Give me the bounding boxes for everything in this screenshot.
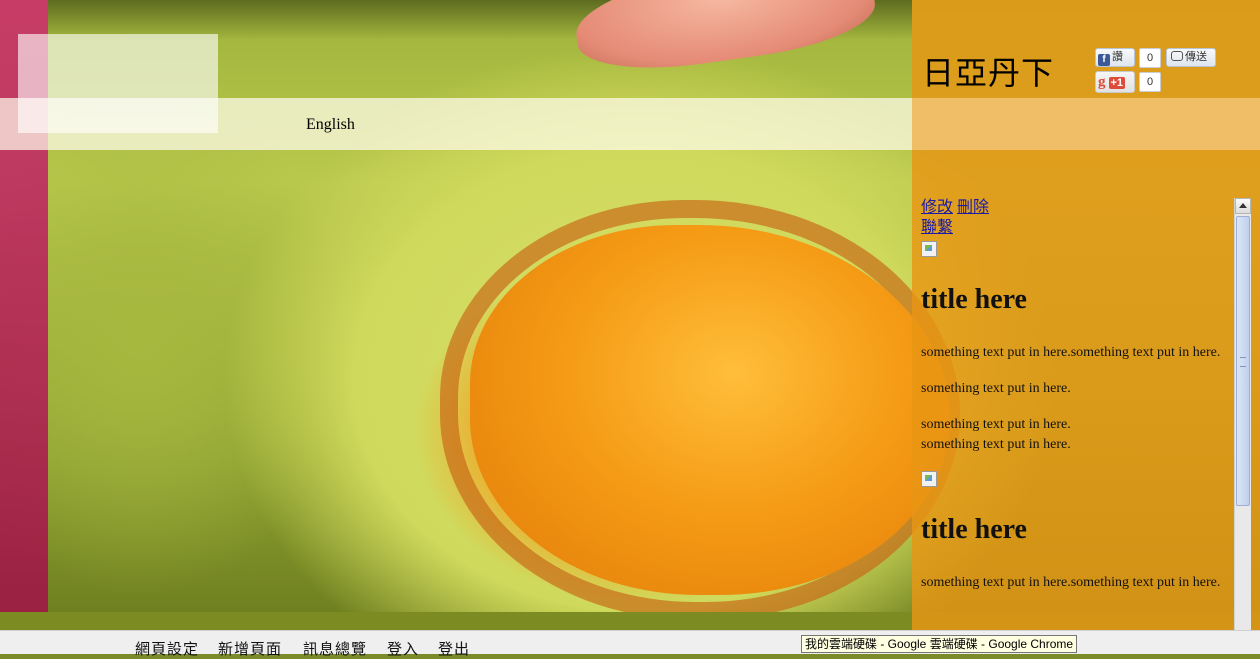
facebook-like-count: 0 xyxy=(1139,48,1161,68)
gplus-count: 0 xyxy=(1139,72,1161,92)
window-tooltip: 我的雲端硬碟 - Google 雲端硬碟 - Google Chrome xyxy=(801,635,1078,653)
post: title here something text put in here.so… xyxy=(921,471,1233,593)
menu-item-messages[interactable]: 訊息總覽 xyxy=(303,638,367,659)
post: title here something text put in here.so… xyxy=(921,241,1233,455)
broken-image-icon xyxy=(921,241,937,257)
menu-item-add-page[interactable]: 新增頁面 xyxy=(218,638,282,659)
google-icon: g xyxy=(1098,74,1106,90)
right-panel-band xyxy=(912,98,1260,150)
finger xyxy=(570,0,880,81)
content-scrollbar[interactable] xyxy=(1234,198,1251,630)
gplus-button[interactable]: g +1 xyxy=(1095,71,1135,93)
share-button[interactable]: 傳送 xyxy=(1166,48,1216,67)
post-paragraph: something text put in here.something tex… xyxy=(921,345,1221,360)
post-paragraph: something text put in here.something tex… xyxy=(921,575,1221,590)
post-title: title here xyxy=(921,514,1027,545)
logo-placeholder[interactable] xyxy=(18,34,218,133)
menu-item-page-settings[interactable]: 網頁設定 xyxy=(135,638,199,659)
gplus-label: +1 xyxy=(1108,77,1126,89)
content-column: 修改 刪除 聯繫 title here something text put i… xyxy=(921,198,1233,630)
menu-item-logout[interactable]: 登出 xyxy=(438,638,470,659)
facebook-like-button[interactable]: f讚 xyxy=(1095,48,1135,67)
broken-image-icon xyxy=(921,471,937,487)
speech-bubble-icon xyxy=(1171,51,1183,61)
scroll-up-arrow-icon[interactable] xyxy=(1235,198,1251,214)
post-title: title here xyxy=(921,284,1027,315)
facebook-like-label: 讚 xyxy=(1112,51,1123,63)
post-paragraph: something text put in here. something te… xyxy=(921,417,1071,452)
grip-icon xyxy=(1240,357,1246,367)
share-label: 傳送 xyxy=(1185,51,1207,63)
post-paragraph: something text put in here. xyxy=(921,381,1071,396)
site-title: 日亞丹下 xyxy=(922,55,1055,91)
edit-link[interactable]: 修改 xyxy=(921,199,953,216)
language-link[interactable]: English xyxy=(306,116,355,134)
contact-link[interactable]: 聯繫 xyxy=(921,219,953,236)
menu-item-login[interactable]: 登入 xyxy=(387,638,419,659)
facebook-icon: f xyxy=(1098,54,1110,66)
delete-link[interactable]: 刪除 xyxy=(957,199,989,216)
scroll-thumb[interactable] xyxy=(1236,216,1250,506)
admin-links: 修改 刪除 聯繫 xyxy=(921,198,1233,238)
